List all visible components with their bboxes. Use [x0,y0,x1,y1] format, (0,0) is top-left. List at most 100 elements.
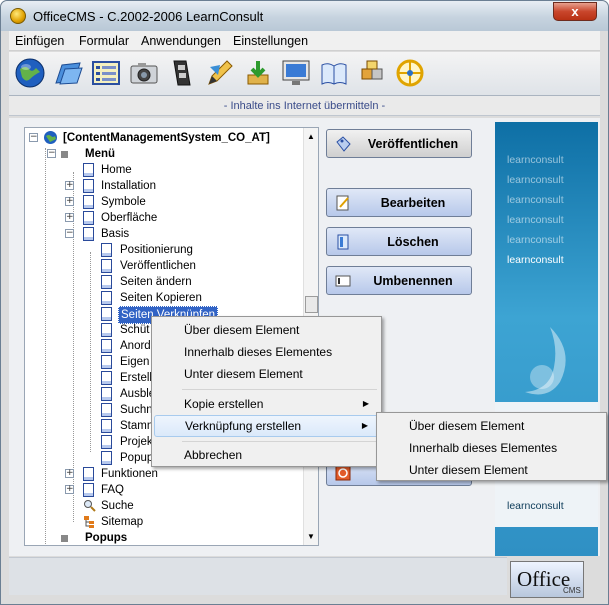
ctx-inside-element[interactable]: Innerhalb dieses Elementes [154,341,379,363]
brand-logo: learnconsult [507,214,564,226]
bullet-icon [61,535,68,542]
power-icon [335,465,351,481]
page-icon [101,323,112,337]
page-icon [83,163,94,177]
search-icon [84,500,96,512]
expand-icon[interactable]: + [65,197,74,206]
page-icon [101,435,112,449]
publish-button[interactable]: Veröffentlichen [326,129,472,158]
brand-logo: learnconsult [507,174,564,186]
pencil-icon[interactable] [203,56,237,90]
camera-icon[interactable] [127,56,161,90]
book-icon[interactable] [317,56,351,90]
globe-icon [44,131,57,144]
status-line: - Inhalte ins Internet übermitteln - [9,96,600,116]
swirl-icon [525,327,566,395]
sub-above-element[interactable]: Über diesem Element [379,415,604,437]
bullet-icon [61,151,68,158]
context-menu: Über diesem Element Innerhalb dieses Ele… [151,316,382,467]
brand-logo: learnconsult [507,254,564,266]
edit-button[interactable]: Bearbeiten [326,188,472,217]
film-icon[interactable] [165,56,199,90]
expand-icon[interactable]: + [65,213,74,222]
page-icon [83,483,94,497]
page-icon [101,339,112,353]
title-bar: OfficeCMS - C.2002-2006 LearnConsult x [1,1,608,31]
puzzle-icon[interactable] [355,56,389,90]
close-button[interactable]: x [553,2,597,21]
rename-button[interactable]: Umbenennen [326,266,472,295]
page-icon [101,371,112,385]
page-icon [101,275,112,289]
office-logo: Office CMS [510,561,584,598]
page-icon [101,355,112,369]
page-icon [83,211,94,225]
tree-menu-label: Menü [85,148,116,160]
app-icon [10,8,26,24]
scroll-thumb[interactable] [305,296,318,313]
brand-panel: learnconsult learnconsult learnconsult l… [495,122,598,556]
ctx-cancel[interactable]: Abbrechen [154,444,379,466]
page-icon [101,243,112,257]
submenu-arrow-icon: ▶ [361,421,368,430]
tree-root[interactable]: − [ContentManagementSystem_CO_AT] [29,130,299,146]
monitor-icon[interactable] [279,56,313,90]
menu-einfuegen[interactable]: Einfügen [15,34,64,48]
menu-bar: Einfügen Formular Anwendungen Einstellun… [9,31,600,51]
page-icon [101,451,112,465]
brand-logo: learnconsult [507,500,564,512]
page-icon [83,195,94,209]
ctx-create-copy[interactable]: Kopie erstellen ▶ [154,393,379,415]
collapse-icon[interactable]: − [29,133,38,142]
scroll-down-icon[interactable]: ▼ [307,532,315,541]
ctx-separator [182,389,377,390]
delete-icon [337,234,349,250]
submenu-arrow-icon: ▶ [362,399,369,408]
toolbar [9,52,600,96]
scroll-up-icon[interactable]: ▲ [307,132,315,141]
ctx-separator [182,441,377,442]
globe-icon[interactable] [13,56,47,90]
status-strip [9,557,507,595]
page-icon [101,403,112,417]
rename-icon [335,275,351,287]
brand-logo: learnconsult [507,194,564,206]
expand-icon[interactable]: + [65,469,74,478]
ctx-create-link[interactable]: Verknüpfung erstellen ▶ [154,415,379,437]
brand-logo: learnconsult [507,154,564,166]
menu-anwendungen[interactable]: Anwendungen [141,34,221,48]
page-icon [101,259,112,273]
folder-icon[interactable] [51,56,85,90]
page-icon [83,179,94,193]
sub-inside-element[interactable]: Innerhalb dieses Elementes [379,437,604,459]
page-icon [101,419,112,433]
menu-formular[interactable]: Formular [79,34,129,48]
tree-popups-label: Popups [85,532,128,544]
expand-icon[interactable]: + [65,181,74,190]
tree-popups[interactable]: Popups [47,530,167,545]
sitemap-icon [84,516,94,528]
collapse-icon[interactable]: − [65,229,74,238]
download-icon[interactable] [241,56,275,90]
ctx-above-element[interactable]: Über diesem Element [154,319,379,341]
page-icon [101,387,112,401]
page-icon [83,227,94,241]
page-icon [101,291,112,305]
sub-below-element[interactable]: Unter diesem Element [379,459,604,481]
tree-menu[interactable]: − Menü [47,146,167,162]
expand-icon[interactable]: + [65,485,74,494]
collapse-icon[interactable]: − [47,149,56,158]
edit-icon [336,195,349,211]
page-icon [83,467,94,481]
list-icon[interactable] [89,56,123,90]
page-icon [101,307,112,321]
app-window: OfficeCMS - C.2002-2006 LearnConsult x E… [0,0,609,605]
delete-button[interactable]: Löschen [326,227,472,256]
tag-icon [336,136,351,152]
tree-root-label: [ContentManagementSystem_CO_AT] [63,132,270,144]
compass-icon[interactable] [393,56,427,90]
menu-einstellungen[interactable]: Einstellungen [233,34,308,48]
brand-logo: learnconsult [507,234,564,246]
submenu: Über diesem Element Innerhalb dieses Ele… [376,412,607,481]
ctx-below-element[interactable]: Unter diesem Element [154,363,379,385]
